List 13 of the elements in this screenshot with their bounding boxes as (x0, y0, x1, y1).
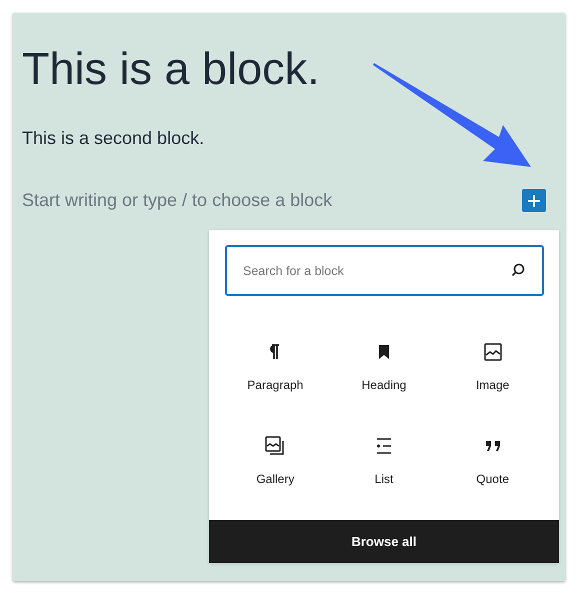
block-type-item[interactable]: Heading (330, 336, 438, 396)
block-type-item[interactable]: Quote (438, 430, 547, 490)
block-type-item[interactable]: Image (438, 336, 547, 396)
add-block-button[interactable] (522, 189, 546, 212)
block-type-item[interactable]: Paragraph (221, 336, 330, 396)
search-field[interactable]: Search for a block (225, 245, 544, 296)
block-type-item[interactable]: Gallery (221, 430, 330, 490)
block-type-item[interactable]: List (330, 430, 438, 490)
browse-all-button[interactable]: Browse all (209, 520, 559, 563)
plus-icon (527, 194, 541, 208)
heading-text: This is a block. (22, 43, 321, 95)
paragraph-text: This is a second block. (22, 127, 206, 150)
search-icon (510, 262, 526, 278)
